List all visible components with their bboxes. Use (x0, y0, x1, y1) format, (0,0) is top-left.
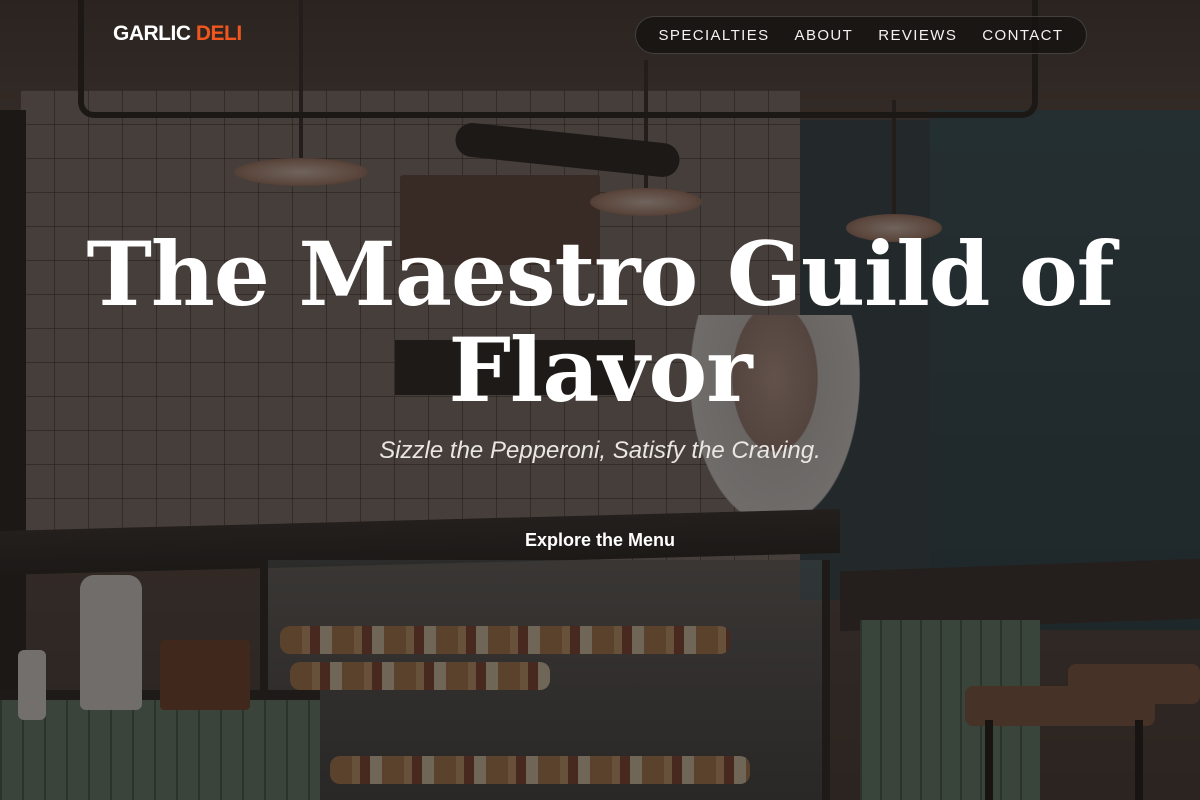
hero-title: The Maestro Guild of Flavor (86, 222, 1114, 422)
nav-link-contact[interactable]: CONTACT (982, 27, 1063, 44)
site-logo[interactable]: GARLIC DELI (113, 22, 242, 46)
nav-link-about[interactable]: ABOUT (795, 27, 854, 44)
nav-link-reviews[interactable]: REVIEWS (878, 27, 957, 44)
nav-link-specialties[interactable]: SPECIALTIES (659, 27, 770, 44)
main-nav: SPECIALTIES ABOUT REVIEWS CONTACT (635, 16, 1087, 54)
logo-text-main: GARLIC (113, 22, 191, 45)
explore-menu-button[interactable]: Explore the Menu (470, 524, 730, 556)
hero-subtitle: Sizzle the Pepperoni, Satisfy the Cravin… (379, 437, 821, 464)
landing-page: GARLIC DELI SPECIALTIES ABOUT REVIEWS CO… (0, 0, 1200, 800)
logo-text-accent: DELI (195, 22, 242, 45)
